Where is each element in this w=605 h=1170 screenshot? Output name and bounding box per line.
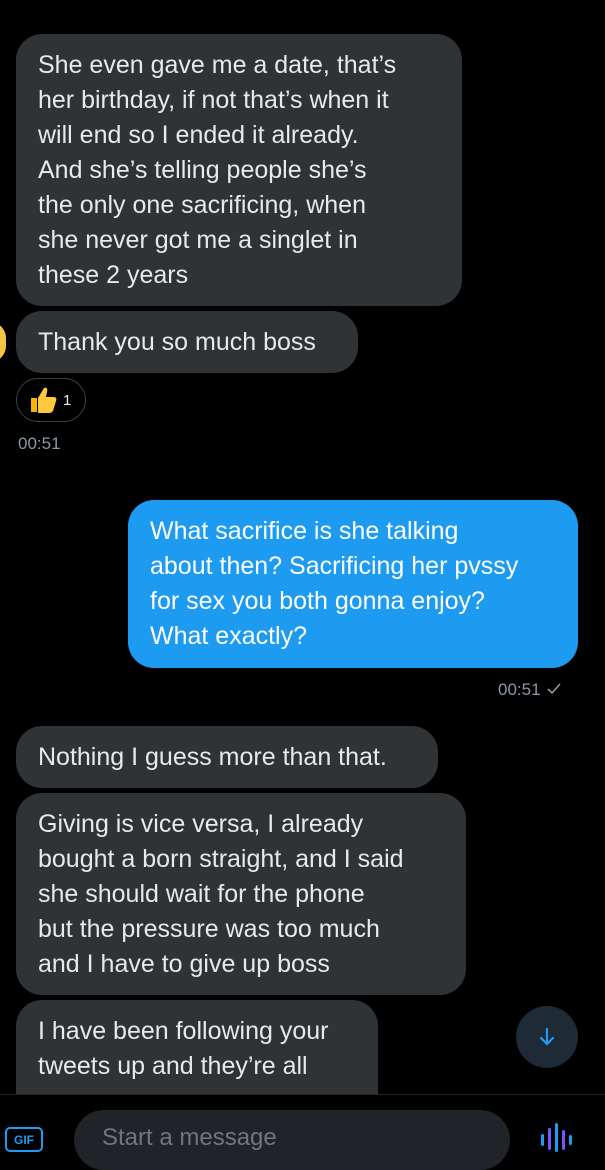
sent-check-icon — [547, 683, 561, 695]
avatar-edge — [0, 322, 6, 362]
reaction-badge[interactable]: 1 — [16, 378, 86, 422]
received-message: Giving is vice versa, I already bought a… — [16, 793, 466, 995]
message-timestamp: 00:51 — [18, 434, 61, 453]
thumbs-up-icon — [31, 387, 57, 413]
message-input[interactable]: Start a message — [74, 1110, 510, 1170]
received-message: Nothing I guess more than that. — [16, 726, 438, 788]
message-timestamp: 00:51 — [498, 680, 541, 699]
sent-timestamp-row: 00:51 — [498, 680, 561, 700]
arrow-down-icon — [539, 1027, 555, 1046]
received-message: She even gave me a date, that’s her birt… — [16, 34, 462, 306]
sent-message: What sacrifice is she talking about then… — [128, 500, 578, 668]
reaction-count: 1 — [63, 391, 72, 409]
gif-button[interactable]: GIF — [5, 1127, 43, 1152]
received-message: Thank you so much boss — [16, 311, 358, 373]
voice-message-icon[interactable] — [537, 1120, 577, 1152]
scroll-to-bottom-button[interactable] — [516, 1006, 578, 1068]
